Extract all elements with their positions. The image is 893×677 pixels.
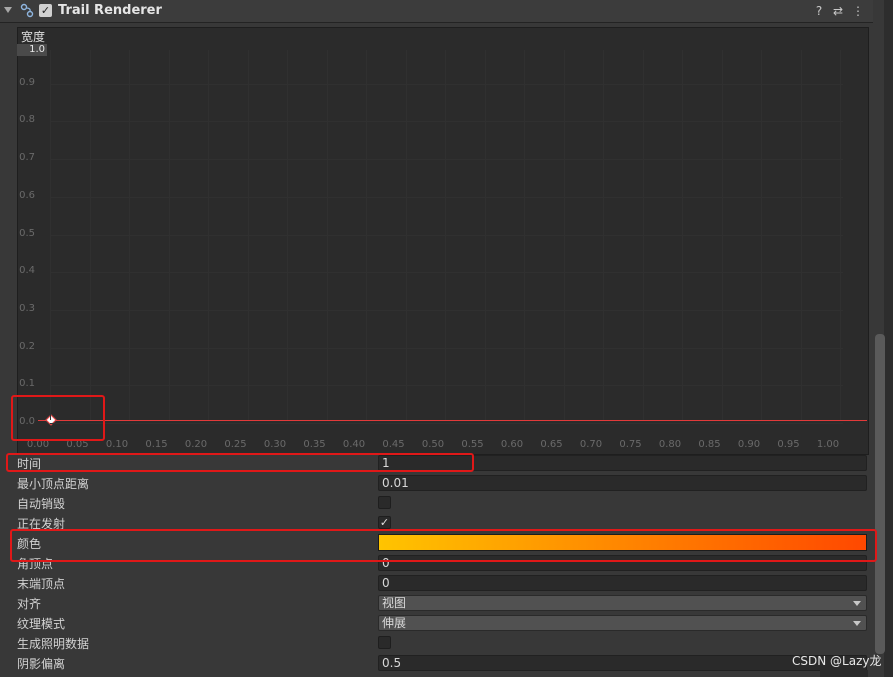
- trail-renderer-icon: [20, 3, 34, 18]
- curve-max-value-field[interactable]: 1.0: [17, 44, 47, 56]
- watermark: CSDN @Lazy龙: [792, 654, 882, 668]
- grid-line-v: [603, 50, 604, 420]
- grid-line-v: [405, 50, 407, 420]
- right-side-panel: [884, 0, 893, 677]
- y-tick-label: 0.4: [19, 265, 35, 277]
- fold-arrow-icon[interactable]: [4, 7, 12, 13]
- grid-line-h: [50, 423, 843, 424]
- x-tick-label: 0.95: [777, 439, 800, 450]
- x-tick-label: 1.00: [816, 439, 840, 450]
- x-tick-label: 0.30: [263, 439, 287, 450]
- end-cap-vertices-label: 末端顶点: [17, 577, 66, 591]
- emitting-checkbox[interactable]: ✓: [378, 516, 391, 529]
- texture-mode-label: 纹理模式: [17, 617, 66, 631]
- alignment-dropdown[interactable]: 视图: [378, 595, 867, 611]
- grid-line-v: [247, 50, 249, 420]
- grid-line-v: [89, 50, 91, 420]
- width-curve-editor[interactable]: [17, 27, 869, 455]
- min-vertex-distance-field[interactable]: 0.01: [378, 475, 867, 491]
- generate-lighting-data-checkbox[interactable]: [378, 636, 391, 649]
- grid-line-v: [445, 50, 446, 420]
- grid-line-v: [642, 50, 644, 420]
- autodestruct-checkbox[interactable]: [378, 496, 391, 509]
- chevron-down-icon: [853, 601, 861, 606]
- grid-line-v: [326, 50, 328, 420]
- grid-line-v: [50, 50, 51, 420]
- y-tick-label: 0.9: [19, 76, 35, 88]
- grid-line-v: [208, 50, 209, 420]
- x-tick-label: 0.80: [658, 439, 682, 450]
- y-tick-label: 0.5: [19, 227, 35, 239]
- alignment-label: 对齐: [17, 597, 42, 611]
- grid-line-v: [721, 50, 723, 420]
- y-tick-label: 0.1: [19, 378, 35, 390]
- x-tick-label: 0.75: [619, 439, 642, 450]
- x-tick-label: 0.45: [382, 439, 405, 450]
- component-title: Trail Renderer: [58, 3, 162, 18]
- generate-lighting-data-label: 生成照明数据: [17, 637, 90, 651]
- x-tick-label: 0.35: [303, 439, 326, 450]
- y-tick-label: 0.2: [19, 340, 35, 352]
- highlight-box-time: [6, 453, 474, 472]
- min-vertex-distance-label: 最小顶点距离: [17, 477, 90, 491]
- presets-icon[interactable]: ⇄: [831, 4, 845, 18]
- grid-line-v: [366, 50, 367, 420]
- component-menu-icon[interactable]: ⋮: [851, 4, 865, 18]
- grid-line-v: [761, 50, 762, 420]
- x-tick-label: 0.70: [579, 439, 603, 450]
- y-tick-label: 0.3: [19, 302, 35, 314]
- x-tick-label: 0.40: [342, 439, 366, 450]
- alignment-value: 视图: [382, 596, 407, 610]
- x-tick-label: 0.90: [737, 439, 761, 450]
- y-tick-label: 0.6: [19, 189, 35, 201]
- texture-mode-value: 伸展: [382, 616, 407, 630]
- x-tick-label: 0.60: [500, 439, 524, 450]
- texture-mode-dropdown[interactable]: 伸展: [378, 615, 867, 631]
- y-tick-label: 0.7: [19, 152, 35, 164]
- end-cap-vertices-field[interactable]: 0: [378, 575, 867, 591]
- x-tick-label: 0.55: [461, 439, 484, 450]
- x-tick-label: 0.15: [145, 439, 168, 450]
- x-tick-label: 0.85: [698, 439, 721, 450]
- component-enabled-checkbox[interactable]: ✓: [39, 4, 52, 17]
- grid-line-v: [563, 50, 565, 420]
- highlight-box-color: [10, 529, 877, 562]
- grid-line-v: [524, 50, 525, 420]
- grid-line-v: [287, 50, 288, 420]
- x-tick-label: 0.10: [105, 439, 129, 450]
- width-curve-line[interactable]: [38, 420, 867, 421]
- grid-line-v: [682, 50, 683, 420]
- vertical-scrollbar[interactable]: [875, 334, 885, 654]
- grid-line-v: [800, 50, 802, 420]
- partial-field: [820, 670, 868, 677]
- chevron-down-icon: [853, 621, 861, 626]
- x-tick-label: 0.25: [224, 439, 247, 450]
- highlight-box-keyframe: [11, 395, 105, 441]
- grid-line-v: [840, 50, 841, 420]
- grid-line-v: [484, 50, 486, 420]
- y-tick-label: 0.8: [19, 114, 35, 126]
- grid-line-v: [129, 50, 130, 420]
- x-tick-label: 0.20: [184, 439, 208, 450]
- x-tick-label: 0.50: [421, 439, 445, 450]
- grid-line-v: [168, 50, 170, 420]
- help-icon[interactable]: ?: [812, 4, 826, 18]
- autodestruct-label: 自动销毁: [17, 497, 66, 511]
- width-curve-label: 宽度: [21, 30, 46, 44]
- x-tick-label: 0.65: [540, 439, 563, 450]
- shadow-bias-label: 阴影偏离: [17, 657, 66, 671]
